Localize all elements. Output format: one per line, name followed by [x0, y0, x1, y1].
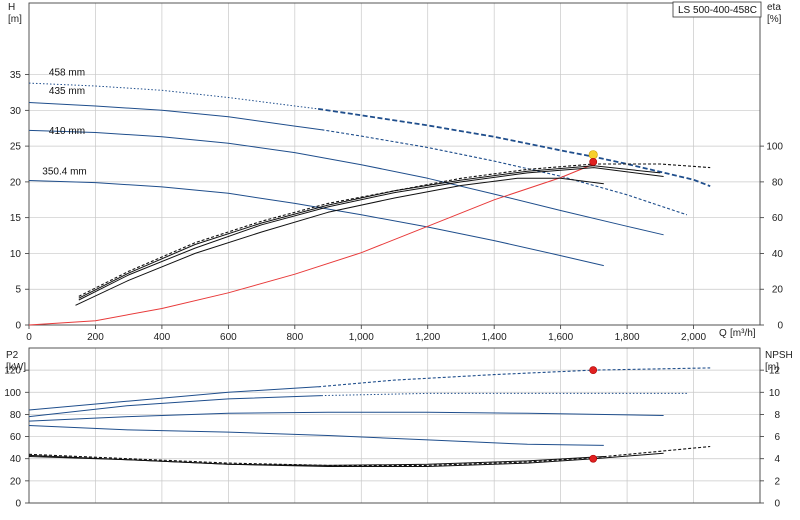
top-y-tick-label: 0	[15, 321, 21, 332]
bottom-series-line-4	[28, 411, 664, 422]
x-tick-label: 800	[286, 332, 303, 343]
x-tick-label: 1,200	[415, 332, 440, 343]
top-y-tick-label: 10	[10, 249, 22, 260]
model-label-box: LS 500-400-458C	[672, 1, 762, 18]
top-y2-tick-label: 0	[777, 321, 783, 332]
bottom-series-line-1	[318, 367, 711, 388]
bottom-y-tick-label: 20	[10, 476, 22, 487]
top-y2-axis-unit: [%]	[767, 14, 782, 25]
bottom-y2-axis-unit: [m]	[765, 362, 779, 373]
top-y2-tick-label: 40	[772, 249, 784, 260]
top-y-tick-label: 30	[10, 106, 22, 117]
x-tick-label: 1,600	[548, 332, 573, 343]
x-axis-unit: [m³/h]	[730, 328, 756, 339]
bottom-y-tick-label: 80	[10, 410, 22, 421]
top-y-tick-label: 20	[10, 177, 22, 188]
bottom-series-line-6	[28, 445, 711, 466]
model-label: LS 500-400-458C	[678, 5, 757, 16]
bottom-y2-tick-label: 10	[769, 388, 781, 399]
impeller-diameter-label: 410 mm	[49, 126, 85, 137]
bottom-series-line-5	[28, 425, 604, 446]
top-y-axis-title: H	[8, 2, 15, 13]
x-tick-label: 1,800	[615, 332, 640, 343]
x-axis-title: Q	[719, 328, 727, 339]
top-y2-tick-label: 20	[772, 285, 784, 296]
label-layer: 458 mm 435 mm 410 mm 350.4 mm	[42, 67, 86, 177]
top-series-line-8	[78, 165, 661, 299]
top-y2-axis-title: eta	[767, 2, 781, 13]
bottom-y2-tick-label: 0	[774, 499, 780, 510]
x-tick-label: 200	[87, 332, 104, 343]
x-tick-label: 2,000	[681, 332, 706, 343]
bottom-y-axis-unit: [kW]	[6, 362, 26, 373]
bottom-y2-tick-label: 8	[774, 410, 780, 421]
bottom-series-line-0	[28, 386, 319, 411]
impeller-diameter-label: 435 mm	[49, 86, 85, 97]
impeller-diameter-label: 350.4 mm	[42, 167, 86, 178]
pump-curve-chart: 0 200 400 600 800 1,000 1,200 1,400 1,600 1,800 2,…	[0, 0, 800, 520]
top-y2-tick-label: 100	[766, 142, 783, 153]
top-y-tick-label: 15	[10, 213, 22, 224]
top-y-axis-unit: [m]	[8, 14, 22, 25]
bottom-y-tick-label: 40	[10, 454, 22, 465]
bottom-duty-point-1	[589, 454, 598, 463]
x-tick-label: 400	[154, 332, 171, 343]
points-layer	[588, 150, 598, 463]
x-tick-label: 1,400	[482, 332, 507, 343]
x-tick-label: 0	[26, 332, 32, 343]
bottom-y-tick-label: 60	[10, 432, 22, 443]
top-y-tick-label: 5	[15, 285, 21, 296]
top-series-line-6	[28, 163, 595, 326]
bottom-y2-tick-label: 4	[774, 454, 780, 465]
series-layer	[28, 82, 711, 467]
bottom-plot-frame	[28, 347, 761, 504]
bottom-y2-tick-label: 2	[774, 476, 780, 487]
bottom-y2-tick-label: 6	[774, 432, 780, 443]
top-y-tick-label: 35	[10, 70, 22, 81]
bottom-y-axis-title: P2	[6, 350, 19, 361]
top-duty-point-0	[588, 150, 598, 160]
bottom-duty-point-0	[589, 366, 598, 375]
bottom-series-line-3	[321, 392, 687, 397]
top-y2-tick-label: 80	[772, 177, 784, 188]
top-duty-point-1	[589, 157, 598, 166]
x-tick-label: 1,000	[349, 332, 374, 343]
top-series-line-7	[78, 163, 711, 297]
bottom-y-tick-label: 100	[4, 388, 21, 399]
pump-curve-svg: 0 200 400 600 800 1,000 1,200 1,400 1,600 1,800 2,…	[4, 1, 793, 510]
bottom-y-tick-label: 0	[15, 499, 21, 510]
impeller-diameter-label: 458 mm	[49, 67, 85, 78]
grid-layer	[29, 3, 761, 504]
bottom-y2-axis-title: NPSH	[765, 350, 793, 361]
top-y-tick-label: 25	[10, 142, 22, 153]
x-tick-label: 600	[220, 332, 237, 343]
top-series-line-10	[75, 177, 604, 306]
top-series-line-5	[28, 180, 604, 267]
axes-layer: 0 200 400 600 800 1,000 1,200 1,400 1,600 1,800 2,…	[4, 2, 784, 510]
top-y2-tick-label: 60	[772, 213, 784, 224]
